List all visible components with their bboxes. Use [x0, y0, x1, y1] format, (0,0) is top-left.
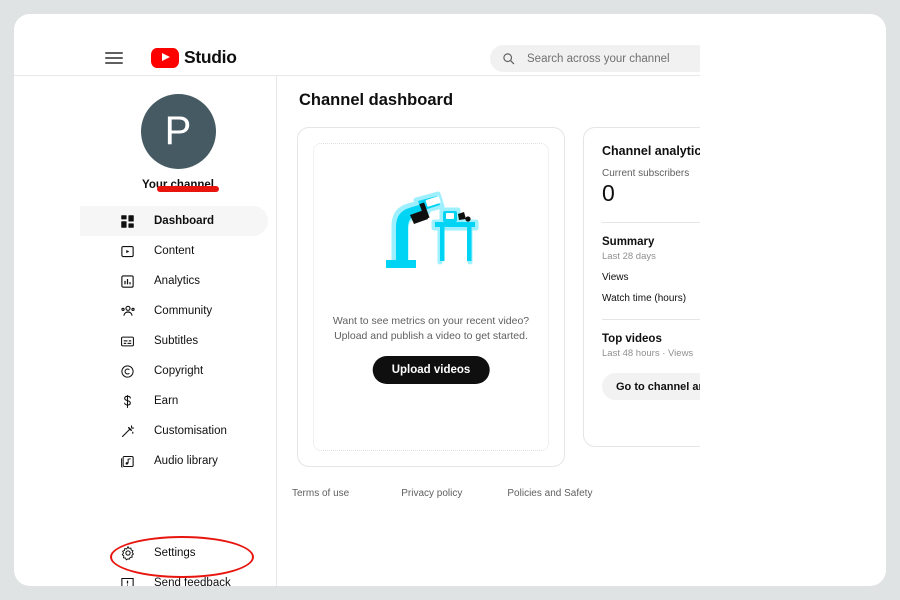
- settings-gear-icon: [118, 544, 137, 563]
- sidebar-bottom-list: Settings Send feedback: [80, 538, 276, 586]
- sidebar-item-label: Content: [154, 245, 195, 257]
- analytics-bar-icon: [118, 272, 137, 291]
- upload-prompt-line-1: Want to see metrics on your recent video…: [332, 315, 530, 327]
- search-bar[interactable]: [490, 45, 700, 72]
- audio-library-icon: [118, 452, 137, 471]
- main-content: Channel dashboard Want to see metrics on…: [277, 76, 700, 586]
- sidebar-item-send-feedback[interactable]: Send feedback: [80, 568, 268, 586]
- top-videos-heading: Top videos: [602, 333, 662, 345]
- copyright-icon: [118, 362, 137, 381]
- page-viewport: Studio P Your channel: [14, 14, 700, 586]
- sidebar-item-analytics[interactable]: Analytics: [80, 266, 268, 296]
- search-icon: [502, 52, 515, 65]
- subtitles-icon: [118, 332, 137, 351]
- sidebar-item-label: Send feedback: [154, 577, 231, 586]
- person-filming-video-illustration: [372, 186, 490, 279]
- upload-prompt-text: Want to see metrics on your recent video…: [298, 314, 564, 344]
- analytics-divider-2: [602, 319, 700, 320]
- subscribers-label: Current subscribers: [602, 168, 690, 179]
- analytics-title: Channel analytics: [602, 144, 700, 158]
- go-to-channel-analytics-button[interactable]: Go to channel analytics: [602, 373, 700, 400]
- studio-brand[interactable]: Studio: [151, 47, 237, 68]
- sidebar-item-label: Subtitles: [154, 335, 199, 347]
- browser-window-card: Studio P Your channel: [14, 14, 886, 586]
- hamburger-menu-icon[interactable]: [105, 52, 123, 65]
- sidebar-item-copyright[interactable]: Copyright: [80, 356, 268, 386]
- sidebar-item-customisation[interactable]: Customisation: [80, 416, 268, 446]
- metric-watch-time: Watch time (hours): [602, 293, 687, 304]
- sidebar-item-community[interactable]: Community: [80, 296, 268, 326]
- channel-analytics-card: Channel analytics Current subscribers 0 …: [583, 127, 700, 447]
- sidebar-item-content[interactable]: Content: [80, 236, 268, 266]
- brand-name: Studio: [184, 47, 237, 67]
- community-people-icon: [118, 302, 137, 321]
- page-title: Channel dashboard: [299, 91, 454, 109]
- analytics-divider-1: [602, 222, 700, 223]
- metric-views: Views: [602, 272, 629, 283]
- customisation-wand-icon: [118, 422, 137, 441]
- footer-link-privacy-policy[interactable]: Privacy policy: [401, 488, 462, 499]
- sidebar-item-label: Analytics: [154, 275, 201, 287]
- your-channel-block[interactable]: P Your channel: [80, 94, 276, 191]
- top-bar: Studio: [14, 14, 700, 76]
- dashboard-grid-icon: [118, 212, 137, 231]
- sidebar: P Your channel Dashboard Content Analyti…: [80, 76, 277, 586]
- youtube-logo-icon: [151, 47, 179, 68]
- upload-videos-button[interactable]: Upload videos: [372, 356, 490, 384]
- footer-links: Terms of use Privacy policy Policies and…: [292, 488, 592, 499]
- top-videos-period: Last 48 hours · Views: [602, 348, 694, 359]
- sidebar-item-label: Community: [154, 305, 213, 317]
- annotation-underline: [157, 186, 219, 192]
- sidebar-item-label: Copyright: [154, 365, 204, 377]
- send-feedback-icon: [118, 574, 137, 586]
- search-input[interactable]: [525, 51, 698, 66]
- sidebar-item-subtitles[interactable]: Subtitles: [80, 326, 268, 356]
- footer-link-policies-and-safety[interactable]: Policies and Safety: [507, 488, 592, 499]
- avatar: P: [140, 94, 216, 169]
- footer-link-terms-of-use[interactable]: Terms of use: [292, 488, 349, 499]
- earn-dollar-icon: [118, 392, 137, 411]
- summary-heading: Summary: [602, 236, 655, 248]
- sidebar-item-label: Customisation: [154, 425, 227, 437]
- sidebar-item-label: Dashboard: [154, 215, 215, 227]
- upload-prompt-line-2: Upload and publish a video to get starte…: [334, 330, 528, 342]
- upload-prompt-card: Want to see metrics on your recent video…: [297, 127, 565, 467]
- sidebar-item-dashboard[interactable]: Dashboard: [80, 206, 268, 236]
- summary-period: Last 28 days: [602, 251, 656, 262]
- sidebar-nav-list: Dashboard Content Analytics Community Su…: [80, 206, 276, 476]
- sidebar-item-settings[interactable]: Settings: [80, 538, 268, 568]
- sidebar-item-label: Audio library: [154, 455, 218, 467]
- sidebar-item-label: Settings: [154, 547, 196, 559]
- sidebar-item-label: Earn: [154, 395, 179, 407]
- sidebar-item-earn[interactable]: Earn: [80, 386, 268, 416]
- sidebar-item-audio-library[interactable]: Audio library: [80, 446, 268, 476]
- content-video-icon: [118, 242, 137, 261]
- subscribers-value: 0: [602, 180, 615, 206]
